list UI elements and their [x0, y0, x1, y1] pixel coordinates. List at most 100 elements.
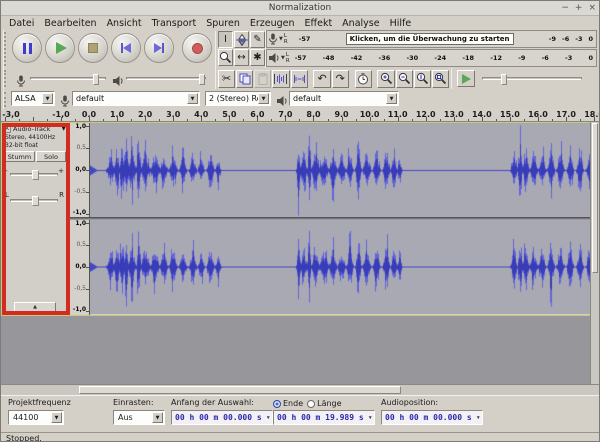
zoom-fit-button[interactable] — [432, 70, 449, 88]
recording-device-select[interactable]: default▼ — [72, 91, 200, 106]
playback-meter[interactable]: ▼LR-57-48-42-36-30-24-18-12-9-6-30 — [266, 49, 597, 67]
ruler-tick — [103, 119, 104, 121]
menu-hilfe[interactable]: Hilfe — [385, 17, 417, 30]
skip-start-button[interactable] — [111, 33, 141, 63]
tool-draw-button[interactable]: ✎ — [250, 31, 265, 48]
mute-button[interactable]: Stumm — [4, 151, 35, 162]
vertical-ruler-right-channel[interactable]: 1,00,50,0-0,5-1,0 — [68, 220, 90, 315]
trim-button[interactable] — [272, 70, 289, 88]
monitoring-tooltip[interactable]: Klicken, um die Überwachung zu starten — [346, 33, 514, 45]
tool-zoom-button[interactable] — [218, 49, 233, 66]
zoom-in-button[interactable] — [377, 70, 394, 88]
tool-multi-button[interactable]: ✱ — [250, 49, 265, 66]
selection-start-value: 00 h 00 m 00.000 s — [175, 413, 262, 422]
selection-start-field[interactable]: 00 h 00 m 00.000 s ▼ — [171, 410, 273, 425]
maximize-icon[interactable]: + — [575, 4, 583, 13]
synclock-button[interactable] — [355, 70, 372, 88]
play-button[interactable] — [45, 33, 75, 63]
audio-position-field[interactable]: 00 h 00 m 00.000 s▼ — [381, 410, 483, 425]
selection-end-field[interactable]: 00 h 00 m 19.989 s▼ — [273, 410, 375, 425]
playback-device-select[interactable]: default▼ — [289, 91, 399, 106]
skip-end-button[interactable] — [144, 33, 174, 63]
project-rate-select[interactable]: 44100▼ — [8, 410, 64, 425]
stop-button[interactable] — [78, 33, 108, 63]
play-at-speed-button[interactable] — [457, 70, 475, 87]
menu-datei[interactable]: Datei — [4, 17, 39, 30]
amplitude-tick — [86, 148, 89, 149]
menu-effekt[interactable]: Effekt — [300, 17, 338, 30]
snap-label: Einrasten: — [113, 398, 165, 409]
tool-timeshift-button[interactable]: ↔ — [234, 49, 249, 66]
gain-slider[interactable] — [10, 173, 58, 176]
audio-host-select[interactable]: ALSA▼ — [11, 91, 55, 106]
radio-end[interactable]: Ende — [273, 399, 303, 408]
status-bar: Stopped. — [1, 432, 599, 442]
ruler-tick — [356, 119, 357, 121]
ruler-tick — [285, 117, 286, 121]
tool-selection-button[interactable]: I — [218, 31, 233, 48]
pan-left-label: L — [5, 191, 9, 199]
vertical-scrollbar-thumb[interactable] — [592, 123, 598, 273]
paste-button[interactable] — [254, 70, 271, 88]
track-title[interactable]: Audio-Track — [13, 125, 61, 133]
recording-meter[interactable]: ▼LR-57Klicken, um die Überwachung zu sta… — [266, 30, 597, 48]
menu-erzeugen[interactable]: Erzeugen — [245, 17, 300, 30]
solo-button[interactable]: Solo — [36, 151, 66, 162]
amplitude-tick — [86, 170, 89, 171]
vertical-ruler-left-channel[interactable]: 1,00,50,0-0,5-1,0 — [68, 123, 90, 217]
ruler-tick — [173, 117, 174, 121]
audio-track: X Audio-Track ▼ Stereo, 44100Hz 32-bit f… — [1, 122, 592, 316]
pause-button[interactable] — [12, 33, 42, 63]
toolbar-grip[interactable] — [4, 70, 7, 87]
input-volume-slider[interactable] — [30, 77, 106, 80]
track-control-panel: X Audio-Track ▼ Stereo, 44100Hz 32-bit f… — [2, 123, 68, 315]
amplitude-label: 1,0 — [75, 123, 86, 130]
chevron-down-icon: ▼ — [267, 415, 270, 421]
title-bar[interactable]: Normalization − + × — [1, 1, 599, 16]
stop-icon — [88, 43, 98, 53]
playback-device-value: default — [293, 94, 321, 103]
silence-button[interactable] — [291, 70, 308, 88]
audio-position-value: 00 h 00 m 00.000 s — [385, 413, 472, 422]
waveform-right-channel[interactable] — [90, 220, 593, 314]
copy-button[interactable] — [236, 70, 253, 88]
horizontal-scrollbar-thumb[interactable] — [79, 386, 401, 394]
snap-select[interactable]: Aus▼ — [113, 410, 165, 425]
vertical-scrollbar[interactable] — [590, 122, 599, 384]
ruler-tick — [159, 119, 160, 121]
selection-end-value: 00 h 00 m 19.989 s — [277, 413, 364, 422]
menu-transport[interactable]: Transport — [147, 17, 202, 30]
undo-button[interactable]: ↶ — [313, 70, 330, 88]
cut-button[interactable]: ✂ — [218, 70, 235, 88]
track-close-button[interactable]: X — [3, 125, 11, 133]
playback-speed-slider[interactable] — [482, 77, 582, 80]
timeline-ruler[interactable]: -3,0-1,00.01.02.03.04.05.06.07.08.09.010… — [1, 109, 599, 122]
menu-bearbeiten[interactable]: Bearbeiten — [39, 17, 101, 30]
minimize-icon[interactable]: − — [561, 4, 569, 13]
radio-length-label: Länge — [317, 399, 341, 408]
toolbar-grip[interactable] — [4, 32, 7, 66]
radio-length[interactable]: Länge — [307, 399, 341, 408]
menu-ansicht[interactable]: Ansicht — [102, 17, 147, 30]
horizontal-scrollbar[interactable] — [1, 384, 599, 395]
menu-spuren[interactable]: Spuren — [201, 17, 245, 30]
skip-start-icon — [121, 43, 131, 53]
output-volume-slider[interactable] — [126, 77, 206, 80]
audio-position-label: Audioposition: — [381, 398, 483, 409]
pan-slider[interactable] — [10, 199, 58, 202]
zoom-out-button[interactable] — [396, 70, 413, 88]
waveform-left-channel[interactable] — [90, 123, 593, 217]
tool-envelope-button[interactable] — [234, 31, 249, 48]
amplitude-tick — [86, 214, 89, 215]
zoom-selection-button[interactable] — [414, 70, 431, 88]
redo-button[interactable]: ↷ — [332, 70, 349, 88]
recording-channels-select[interactable]: 2 (Stereo) Rec▼ — [205, 91, 271, 106]
track-menu-icon[interactable]: ▼ — [61, 125, 66, 132]
record-button[interactable] — [182, 33, 212, 63]
close-icon[interactable]: × — [588, 4, 596, 13]
ruler-tick — [482, 117, 483, 121]
transport-toolbar — [3, 30, 214, 68]
toolbar-grip[interactable] — [4, 92, 7, 107]
track-collapse-button[interactable]: ▲ — [14, 302, 56, 312]
menu-analyse[interactable]: Analyse — [337, 17, 384, 30]
